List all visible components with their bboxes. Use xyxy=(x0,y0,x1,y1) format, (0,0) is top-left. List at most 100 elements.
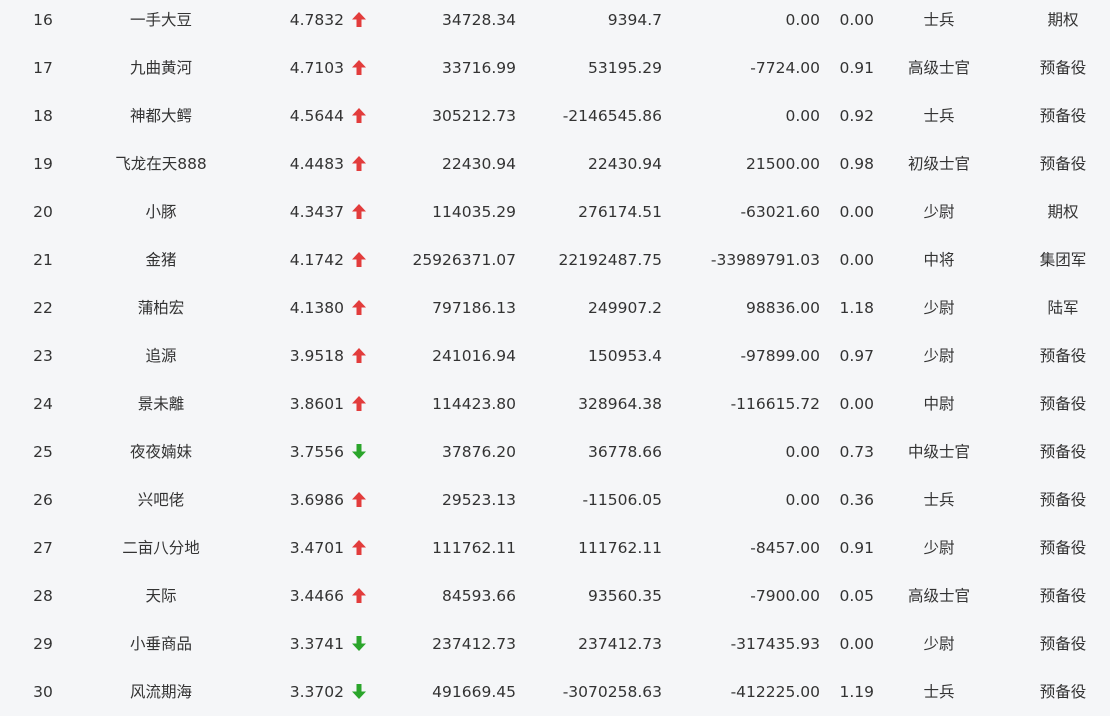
value-3-cell: -7724.00 xyxy=(750,59,820,77)
table-row[interactable]: 30 风流期海 3.3702 491669.45 -3070258.63 -412225.… xyxy=(0,668,1110,716)
value-2-cell: 150953.4 xyxy=(588,347,662,365)
value-2-cell: -2146545.86 xyxy=(562,107,662,125)
arrow-up-icon xyxy=(352,380,370,428)
trader-name-cell: 飞龙在天888 xyxy=(115,155,207,173)
ratio-cell: 0.00 xyxy=(839,11,874,29)
value-3-cell: -317435.93 xyxy=(730,635,820,653)
score-cell: 3.7556 xyxy=(289,443,344,461)
rank-cell: 21 xyxy=(33,251,53,269)
table-row[interactable]: 20 小豚 4.3437 114035.29 276174.51 -63021.60 0.0… xyxy=(0,188,1110,236)
rank-cell: 22 xyxy=(33,299,53,317)
score-cell: 3.8601 xyxy=(289,395,344,413)
table-row[interactable]: 18 神都大鳄 4.5644 305212.73 -2146545.86 0.00 0.92… xyxy=(0,92,1110,140)
arrow-up-icon xyxy=(352,572,370,620)
rank-cell: 23 xyxy=(33,347,53,365)
table-row[interactable]: 26 兴吧佬 3.6986 29523.13 -11506.05 0.00 0.36 士兵 预备… xyxy=(0,476,1110,524)
ratio-cell: 0.05 xyxy=(839,587,874,605)
account-type-cell: 预备役 xyxy=(1039,683,1087,701)
account-type-cell: 期权 xyxy=(1047,203,1079,221)
value-1-cell: 22430.94 xyxy=(442,155,516,173)
score-cell: 3.4466 xyxy=(289,587,344,605)
score-cell: 4.5644 xyxy=(289,107,344,125)
table-row[interactable]: 21 金猪 4.1742 25926371.07 22192487.75 -3398979… xyxy=(0,236,1110,284)
table-row[interactable]: 19 飞龙在天888 4.4483 22430.94 22430.94 21500.00 0… xyxy=(0,140,1110,188)
value-3-cell: -116615.72 xyxy=(730,395,820,413)
rank-cell: 20 xyxy=(33,203,53,221)
ratio-cell: 0.00 xyxy=(839,395,874,413)
value-1-cell: 305212.73 xyxy=(432,107,516,125)
rank-title-cell: 中将 xyxy=(923,251,955,269)
value-3-cell: -33989791.03 xyxy=(710,251,820,269)
arrow-up-icon xyxy=(352,284,370,332)
value-1-cell: 33716.99 xyxy=(442,59,516,77)
trader-name-cell: 追源 xyxy=(145,347,177,365)
table-row[interactable]: 25 夜夜婻妹 3.7556 37876.20 36778.66 0.00 0.73 中级士官… xyxy=(0,428,1110,476)
trader-name-cell: 风流期海 xyxy=(129,683,192,701)
value-1-cell: 37876.20 xyxy=(442,443,516,461)
value-2-cell: 93560.35 xyxy=(588,587,662,605)
trader-name-cell: 金猪 xyxy=(145,251,177,269)
trader-name-cell: 小豚 xyxy=(145,203,177,221)
table-row[interactable]: 27 二亩八分地 3.4701 111762.11 111762.11 -8457.00 0… xyxy=(0,524,1110,572)
account-type-cell: 预备役 xyxy=(1039,155,1087,173)
value-1-cell: 111762.11 xyxy=(432,539,516,557)
table-row[interactable]: 23 追源 3.9518 241016.94 150953.4 -97899.00 0.97… xyxy=(0,332,1110,380)
value-2-cell: 36778.66 xyxy=(588,443,662,461)
score-cell: 3.3702 xyxy=(289,683,344,701)
rank-cell: 18 xyxy=(33,107,53,125)
account-type-cell: 集团军 xyxy=(1039,251,1087,269)
table-row[interactable]: 24 景未離 3.8601 114423.80 328964.38 -116615.72 0… xyxy=(0,380,1110,428)
value-2-cell: 53195.29 xyxy=(588,59,662,77)
value-1-cell: 25926371.07 xyxy=(412,251,516,269)
table-row[interactable]: 17 九曲黄河 4.7103 33716.99 53195.29 -7724.00 0.91… xyxy=(0,44,1110,92)
account-type-cell: 预备役 xyxy=(1039,107,1087,125)
account-type-cell: 预备役 xyxy=(1039,491,1087,509)
account-type-cell: 预备役 xyxy=(1039,395,1087,413)
ratio-cell: 0.91 xyxy=(839,59,874,77)
value-1-cell: 491669.45 xyxy=(432,683,516,701)
value-2-cell: 249907.2 xyxy=(588,299,662,317)
value-1-cell: 797186.13 xyxy=(432,299,516,317)
rank-title-cell: 中级士官 xyxy=(907,443,970,461)
ratio-cell: 0.97 xyxy=(839,347,874,365)
account-type-cell: 预备役 xyxy=(1039,443,1087,461)
rank-title-cell: 初级士官 xyxy=(907,155,970,173)
value-3-cell: -7900.00 xyxy=(750,587,820,605)
arrow-up-icon xyxy=(352,236,370,284)
value-3-cell: 21500.00 xyxy=(746,155,820,173)
score-cell: 3.3741 xyxy=(289,635,344,653)
ratio-cell: 1.19 xyxy=(839,683,874,701)
rank-title-cell: 少尉 xyxy=(923,347,955,365)
trader-name-cell: 小垂商品 xyxy=(129,635,192,653)
rank-title-cell: 少尉 xyxy=(923,299,955,317)
score-cell: 4.1742 xyxy=(289,251,344,269)
arrow-up-icon xyxy=(352,0,370,44)
rank-cell: 24 xyxy=(33,395,53,413)
table-row[interactable]: 22 蒲柏宏 4.1380 797186.13 249907.2 98836.00 1.18… xyxy=(0,284,1110,332)
rank-cell: 17 xyxy=(33,59,53,77)
trader-name-cell: 一手大豆 xyxy=(129,11,192,29)
ratio-cell: 1.18 xyxy=(839,299,874,317)
account-type-cell: 预备役 xyxy=(1039,539,1087,557)
table-row[interactable]: 16 一手大豆 4.7832 34728.34 9394.7 0.00 0.00 士兵 期权 xyxy=(0,0,1110,44)
trader-name-cell: 夜夜婻妹 xyxy=(129,443,192,461)
table-row[interactable]: 29 小垂商品 3.3741 237412.73 237412.73 -317435.93… xyxy=(0,620,1110,668)
ratio-cell: 0.00 xyxy=(839,635,874,653)
account-type-cell: 预备役 xyxy=(1039,587,1087,605)
value-3-cell: -63021.60 xyxy=(740,203,820,221)
rank-title-cell: 少尉 xyxy=(923,635,955,653)
value-3-cell: -8457.00 xyxy=(750,539,820,557)
arrow-up-icon xyxy=(352,188,370,236)
value-3-cell: 0.00 xyxy=(785,443,820,461)
rank-title-cell: 高级士官 xyxy=(907,59,970,77)
score-cell: 4.1380 xyxy=(289,299,344,317)
table-row[interactable]: 28 天际 3.4466 84593.66 93560.35 -7900.00 0.05 高级… xyxy=(0,572,1110,620)
trader-name-cell: 蒲柏宏 xyxy=(137,299,185,317)
value-1-cell: 34728.34 xyxy=(442,11,516,29)
arrow-down-icon xyxy=(352,668,370,716)
ranking-table: 16 一手大豆 4.7832 34728.34 9394.7 0.00 0.00 士兵 期权 17… xyxy=(0,0,1110,716)
ratio-cell: 0.91 xyxy=(839,539,874,557)
rank-cell: 25 xyxy=(33,443,53,461)
rank-title-cell: 士兵 xyxy=(923,107,955,125)
ratio-cell: 0.73 xyxy=(839,443,874,461)
